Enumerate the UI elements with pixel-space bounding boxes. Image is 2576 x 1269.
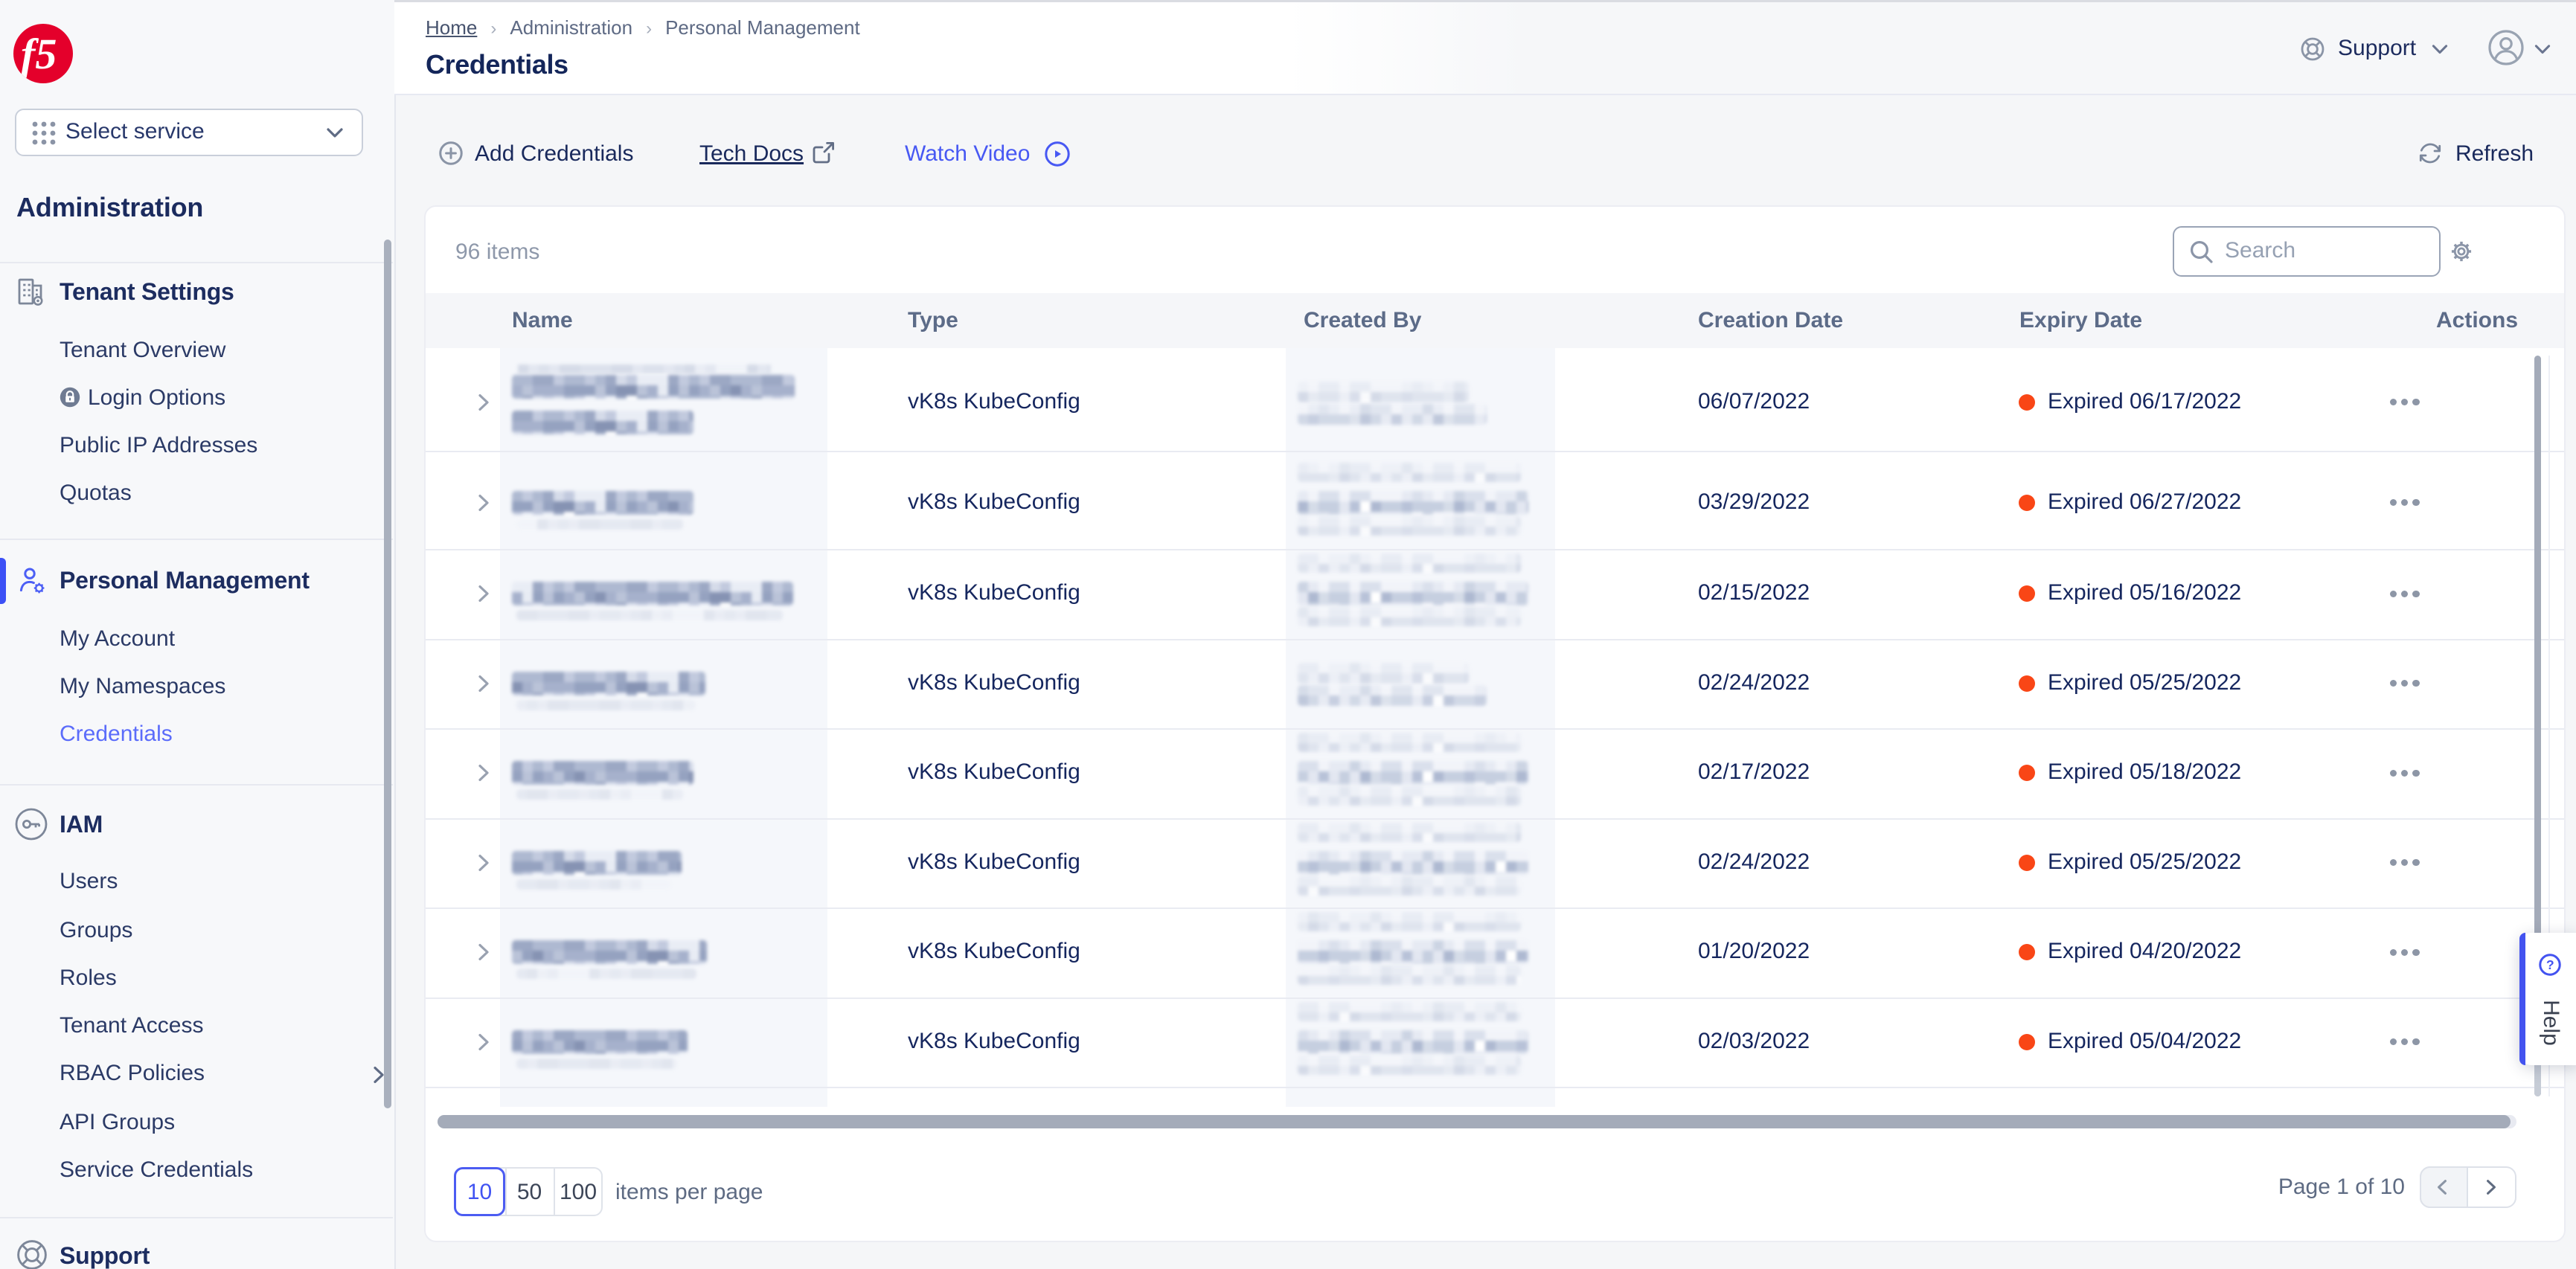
- svg-text:?: ?: [2546, 957, 2554, 972]
- svg-text:f5: f5: [21, 30, 57, 78]
